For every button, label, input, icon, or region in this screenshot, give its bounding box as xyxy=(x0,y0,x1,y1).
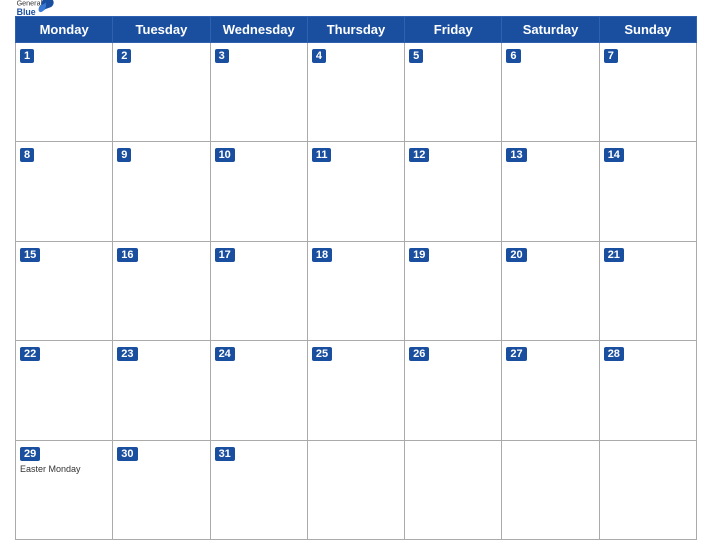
calendar-cell xyxy=(599,440,696,539)
calendar-cell xyxy=(502,440,599,539)
day-number: 22 xyxy=(20,347,40,361)
day-number: 26 xyxy=(409,347,429,361)
calendar-cell: 18 xyxy=(307,241,404,340)
calendar-cell: 26 xyxy=(405,341,502,440)
svg-text:Blue: Blue xyxy=(17,7,36,17)
logo: General Blue xyxy=(15,0,55,24)
calendar-cell: 3 xyxy=(210,43,307,142)
calendar-cell: 9 xyxy=(113,142,210,241)
day-number: 14 xyxy=(604,148,624,162)
calendar-week-3: 15 16 17 18 19 20 21 xyxy=(16,241,697,340)
calendar-week-1: 1 2 3 4 5 6 7 xyxy=(16,43,697,142)
day-number: 27 xyxy=(506,347,526,361)
calendar-week-4: 22 23 24 25 26 27 28 xyxy=(16,341,697,440)
calendar-cell: 22 xyxy=(16,341,113,440)
day-number: 18 xyxy=(312,248,332,262)
calendar-cell: 28 xyxy=(599,341,696,440)
calendar-cell: 20 xyxy=(502,241,599,340)
calendar-cell: 21 xyxy=(599,241,696,340)
day-number: 30 xyxy=(117,447,137,461)
calendar-cell: 7 xyxy=(599,43,696,142)
calendar-cell: 6 xyxy=(502,43,599,142)
calendar-cell: 27 xyxy=(502,341,599,440)
calendar-cell: 10 xyxy=(210,142,307,241)
day-number: 12 xyxy=(409,148,429,162)
day-header-friday: Friday xyxy=(405,17,502,43)
day-number: 4 xyxy=(312,49,326,63)
calendar-cell: 5 xyxy=(405,43,502,142)
calendar-cell: 23 xyxy=(113,341,210,440)
day-number: 16 xyxy=(117,248,137,262)
calendar-cell xyxy=(307,440,404,539)
calendar-cell xyxy=(405,440,502,539)
calendar-cell: 8 xyxy=(16,142,113,241)
day-number: 7 xyxy=(604,49,618,63)
calendar-cell: 2 xyxy=(113,43,210,142)
day-number: 13 xyxy=(506,148,526,162)
day-number: 21 xyxy=(604,248,624,262)
calendar-week-5: 29 Easter Monday 30 31 xyxy=(16,440,697,539)
day-number: 31 xyxy=(215,447,235,461)
day-number: 6 xyxy=(506,49,520,63)
day-header-saturday: Saturday xyxy=(502,17,599,43)
calendar-cell: 25 xyxy=(307,341,404,440)
day-header-wednesday: Wednesday xyxy=(210,17,307,43)
day-number: 11 xyxy=(312,148,332,162)
day-number: 2 xyxy=(117,49,131,63)
day-number: 1 xyxy=(20,49,34,63)
day-number: 24 xyxy=(215,347,235,361)
calendar-cell: 14 xyxy=(599,142,696,241)
day-headers-row: MondayTuesdayWednesdayThursdayFridaySatu… xyxy=(16,17,697,43)
calendar-cell: 31 xyxy=(210,440,307,539)
day-number: 20 xyxy=(506,248,526,262)
day-number: 19 xyxy=(409,248,429,262)
day-number: 10 xyxy=(215,148,235,162)
day-number: 25 xyxy=(312,347,332,361)
calendar-cell: 29 Easter Monday xyxy=(16,440,113,539)
day-number: 5 xyxy=(409,49,423,63)
day-number: 29 xyxy=(20,447,40,461)
calendar-cell: 11 xyxy=(307,142,404,241)
day-number: 3 xyxy=(215,49,229,63)
day-number: 8 xyxy=(20,148,34,162)
day-header-tuesday: Tuesday xyxy=(113,17,210,43)
calendar-cell: 19 xyxy=(405,241,502,340)
day-number: 17 xyxy=(215,248,235,262)
calendar-week-2: 8 9 10 11 12 13 14 xyxy=(16,142,697,241)
calendar-cell: 4 xyxy=(307,43,404,142)
day-header-sunday: Sunday xyxy=(599,17,696,43)
calendar-cell: 15 xyxy=(16,241,113,340)
day-header-thursday: Thursday xyxy=(307,17,404,43)
calendar-cell: 24 xyxy=(210,341,307,440)
calendar-cell: 16 xyxy=(113,241,210,340)
calendar-cell: 12 xyxy=(405,142,502,241)
day-number: 9 xyxy=(117,148,131,162)
day-number: 15 xyxy=(20,248,40,262)
calendar-cell: 17 xyxy=(210,241,307,340)
calendar-cell: 30 xyxy=(113,440,210,539)
calendar-table: MondayTuesdayWednesdayThursdayFridaySatu… xyxy=(15,16,697,540)
day-number: 23 xyxy=(117,347,137,361)
calendar-cell: 1 xyxy=(16,43,113,142)
day-number: 28 xyxy=(604,347,624,361)
holiday-label: Easter Monday xyxy=(20,464,108,474)
calendar-cell: 13 xyxy=(502,142,599,241)
